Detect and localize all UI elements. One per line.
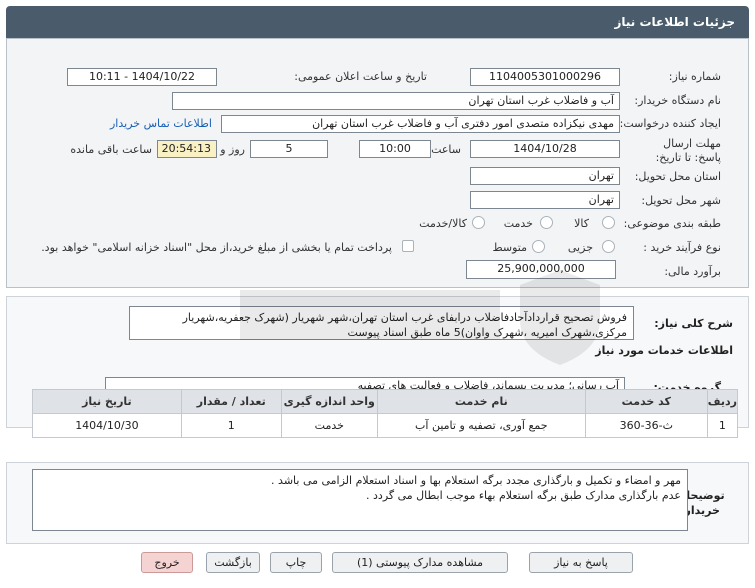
buyer-notes-line-1: مهر و امضاء و تکمیل و بارگذاری مجدد برگه…: [271, 474, 681, 487]
col-code: کد خدمت: [584, 389, 708, 414]
need-number-label: شماره نیاز:: [668, 70, 721, 83]
col-unit: واحد اندازه گیری: [280, 389, 378, 414]
category-goods-label: کالا: [574, 217, 589, 230]
print-button[interactable]: چاپ: [270, 552, 322, 573]
province-field: تهران: [470, 167, 620, 185]
col-name: نام خدمت: [376, 389, 586, 414]
buyer-notes-line-2: عدم بارگذاری مدارک طبق برگه استعلام بهاء…: [366, 489, 681, 502]
budget-label: برآورد مالی:: [664, 265, 721, 278]
treasury-checkbox[interactable]: [402, 240, 414, 252]
col-row: ردیف: [706, 389, 739, 414]
back-button[interactable]: بازگشت: [206, 552, 260, 573]
page-header: جزئیات اطلاعات نیاز: [6, 6, 749, 38]
city-field: تهران: [470, 191, 620, 209]
process-label: نوع فرآیند خرید :: [643, 241, 721, 254]
province-label: استان محل تحویل:: [634, 170, 721, 183]
creator-field: مهدی نیکزاده متصدی امور دفتری آب و فاضلا…: [221, 115, 620, 133]
category-radio-goods-service[interactable]: [472, 216, 485, 229]
category-radio-goods[interactable]: [602, 216, 615, 229]
contact-buyer-link[interactable]: اطلاعات تماس خریدار: [110, 117, 212, 130]
budget-field: 25,900,000,000: [466, 260, 616, 279]
category-label: طبقه بندی موضوعی:: [623, 217, 721, 230]
view-docs-button[interactable]: مشاهده مدارک پیوستی (1): [332, 552, 508, 573]
category-goods-service-label: کالا/خدمت: [419, 217, 467, 230]
cell-name: جمع آوری، تصفیه و تامین آب: [376, 413, 586, 438]
deadline-date-field: 1404/10/28: [470, 140, 620, 158]
city-label: شهر محل تحویل:: [641, 194, 721, 207]
exit-button[interactable]: خروج: [141, 552, 193, 573]
table-row: 1 ث-36-360 جمع آوری، تصفیه و تامین آب خد…: [32, 413, 739, 438]
cell-unit: خدمت: [280, 413, 378, 438]
process-radio-medium[interactable]: [532, 240, 545, 253]
deadline-time-label: ساعت: [431, 143, 461, 156]
cell-code: ث-36-360: [584, 413, 708, 438]
page-title: جزئیات اطلاعات نیاز: [614, 15, 735, 29]
days-label: روز و: [220, 143, 245, 156]
col-date: تاریخ نیاز: [32, 389, 182, 414]
cell-quantity: 1: [180, 413, 282, 438]
cell-row: 1: [706, 413, 739, 438]
col-quantity: تعداد / مقدار: [180, 389, 282, 414]
summary-label: شرح کلی نیاز:: [654, 317, 733, 330]
summary-textarea[interactable]: فروش تصحیح قراردادآحادفاضلاب درابفای غرب…: [129, 306, 634, 340]
days-field: 5: [250, 140, 328, 158]
process-radio-minor[interactable]: [602, 240, 615, 253]
deadline-label: مهلت ارسال پاسخ: تا تاریخ:: [655, 137, 721, 164]
buyer-org-field: آب و فاضلاب غرب استان تهران: [172, 92, 620, 110]
remaining-time-field: 20:54:13: [157, 140, 217, 158]
creator-label: ایجاد کننده درخواست:: [619, 117, 721, 130]
category-service-label: خدمت: [503, 217, 533, 230]
process-minor-label: جزیی: [567, 241, 593, 254]
deadline-time-field: 10:00: [359, 140, 431, 158]
category-radio-service[interactable]: [540, 216, 553, 229]
services-table-header: ردیف کد خدمت نام خدمت واحد اندازه گیری ت…: [32, 389, 739, 414]
buyer-notes-textarea[interactable]: مهر و امضاء و تکمیل و بارگذاری مجدد برگه…: [32, 469, 688, 531]
remaining-label: ساعت باقی مانده: [70, 143, 152, 156]
payment-note: پرداخت تمام یا بخشی از مبلغ خرید،از محل …: [41, 241, 392, 254]
announce-label: تاریخ و ساعت اعلان عمومی:: [294, 70, 427, 83]
cell-date: 1404/10/30: [32, 413, 182, 438]
announce-field: 1404/10/22 - 10:11: [67, 68, 217, 86]
buyer-org-label: نام دستگاه خریدار:: [634, 94, 721, 107]
process-medium-label: متوسط: [492, 241, 527, 254]
reply-button[interactable]: پاسخ به نیاز: [529, 552, 633, 573]
services-table: ردیف کد خدمت نام خدمت واحد اندازه گیری ت…: [32, 389, 739, 438]
services-section-title: اطلاعات خدمات مورد نیاز: [595, 344, 733, 357]
need-number-field: 1104005301000296: [470, 68, 620, 86]
